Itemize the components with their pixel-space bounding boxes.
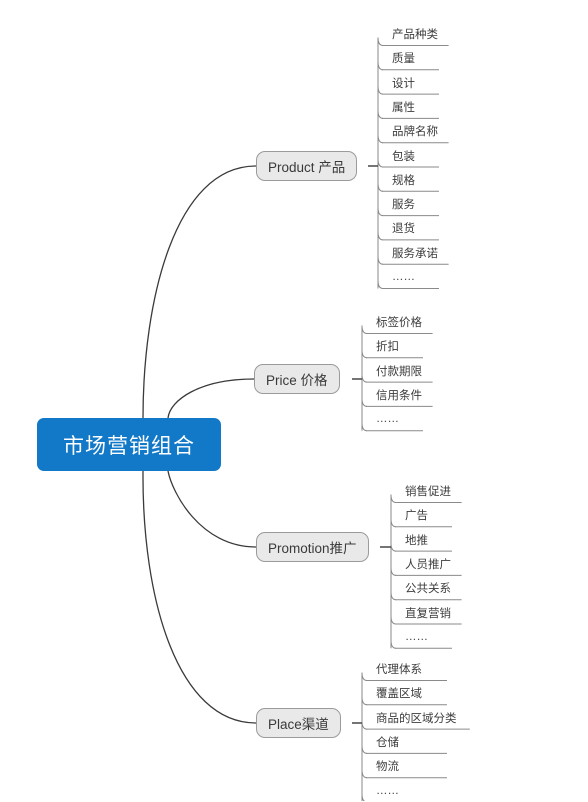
leaf-node[interactable]: 服务 — [383, 193, 424, 215]
leaf-node[interactable]: 地推 — [396, 529, 437, 551]
leaf-node[interactable]: 代理体系 — [367, 658, 431, 680]
leaf-node[interactable]: 折扣 — [367, 335, 408, 357]
branch-node-promotion[interactable]: Promotion推广 — [256, 532, 369, 562]
leaf-node[interactable]: 规格 — [383, 169, 424, 191]
branch-node-product[interactable]: Product 产品 — [256, 151, 358, 181]
trunk-curve-price — [167, 378, 255, 419]
leaf-node[interactable]: 直复营销 — [396, 602, 460, 624]
mind-map-canvas: 市场营销组合 Product 产品 Price 价格 Promotion推广 P… — [0, 0, 588, 801]
connector-lines — [142, 37, 470, 801]
leaf-node[interactable]: 付款期限 — [367, 360, 431, 382]
leaf-node[interactable]: 品牌名称 — [383, 120, 447, 142]
root-node-marketing-mix[interactable]: 市场营销组合 — [37, 418, 221, 471]
leaf-node[interactable]: 服务承诺 — [383, 242, 447, 264]
trunk-curve-promotion — [167, 470, 257, 548]
leaf-node[interactable]: 仓储 — [367, 731, 408, 753]
leaf-node[interactable]: 属性 — [383, 96, 424, 118]
leaf-node[interactable]: 商品的区域分类 — [367, 707, 466, 729]
leaf-node[interactable]: 覆盖区域 — [367, 682, 431, 704]
branch-node-place[interactable]: Place渠道 — [256, 708, 341, 738]
leaf-node[interactable]: 销售促进 — [396, 480, 460, 502]
leaf-node[interactable]: 包装 — [383, 145, 424, 167]
trunk-curve-place — [142, 470, 257, 724]
leaf-node[interactable]: 公共关系 — [396, 577, 460, 599]
leaf-node[interactable]: 退货 — [383, 217, 424, 239]
leaf-node[interactable]: 质量 — [383, 47, 424, 69]
branch-node-price[interactable]: Price 价格 — [254, 364, 340, 394]
leaf-node[interactable]: 产品种类 — [383, 23, 447, 45]
leaf-node[interactable]: 人员推广 — [396, 553, 460, 575]
leaf-node[interactable]: …… — [367, 780, 408, 802]
leaf-node[interactable]: …… — [396, 626, 437, 648]
leaf-node[interactable]: 设计 — [383, 72, 424, 94]
leaf-node[interactable]: 信用条件 — [367, 384, 431, 406]
leaf-node[interactable]: 物流 — [367, 755, 408, 777]
leaf-node[interactable]: 广告 — [396, 504, 437, 526]
leaf-node[interactable]: 标签价格 — [367, 311, 431, 333]
leaf-node[interactable]: …… — [367, 408, 408, 430]
leaf-node[interactable]: …… — [383, 266, 424, 288]
trunk-curve-product — [142, 165, 257, 419]
